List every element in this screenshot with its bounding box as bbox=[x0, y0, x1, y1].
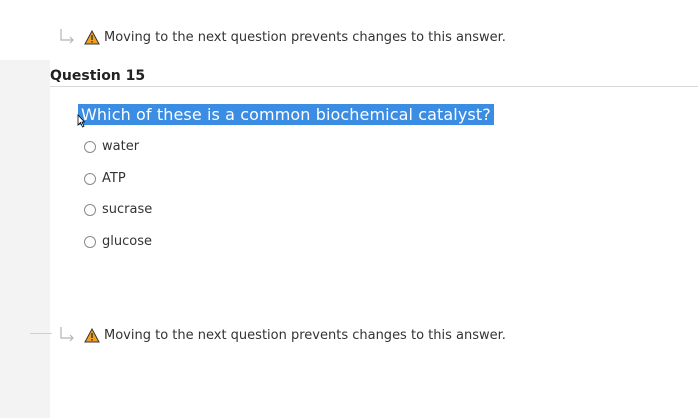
radio-button[interactable] bbox=[84, 140, 96, 153]
radio-button[interactable] bbox=[84, 203, 96, 216]
warning-triangle-icon bbox=[84, 29, 100, 44]
option-atp[interactable]: ATP bbox=[84, 171, 126, 186]
top-warning: Moving to the next question prevents cha… bbox=[58, 27, 506, 47]
radio-button[interactable] bbox=[84, 172, 96, 185]
option-water[interactable]: water bbox=[84, 139, 139, 154]
bottom-warning-text: Moving to the next question prevents cha… bbox=[104, 327, 506, 343]
left-strip bbox=[0, 0, 50, 60]
divider bbox=[50, 86, 698, 87]
bottom-warning: Moving to the next question prevents cha… bbox=[58, 325, 506, 345]
question-text: Which of these is a common biochemical c… bbox=[78, 104, 494, 125]
warning-triangle-icon bbox=[84, 327, 100, 342]
return-arrow-icon bbox=[60, 327, 74, 342]
option-label: ATP bbox=[102, 171, 126, 186]
option-label: sucrase bbox=[102, 202, 153, 217]
question-title: Question 15 bbox=[50, 68, 146, 84]
radio-button[interactable] bbox=[84, 235, 96, 248]
option-label: water bbox=[102, 139, 140, 154]
top-warning-text: Moving to the next question prevents cha… bbox=[104, 29, 506, 45]
option-label: glucose bbox=[102, 234, 152, 249]
option-sucrase[interactable]: sucrase bbox=[84, 202, 152, 217]
option-glucose[interactable]: glucose bbox=[84, 234, 152, 249]
divider bbox=[30, 333, 52, 334]
return-arrow-icon bbox=[60, 29, 74, 44]
mouse-cursor-icon bbox=[77, 114, 85, 128]
